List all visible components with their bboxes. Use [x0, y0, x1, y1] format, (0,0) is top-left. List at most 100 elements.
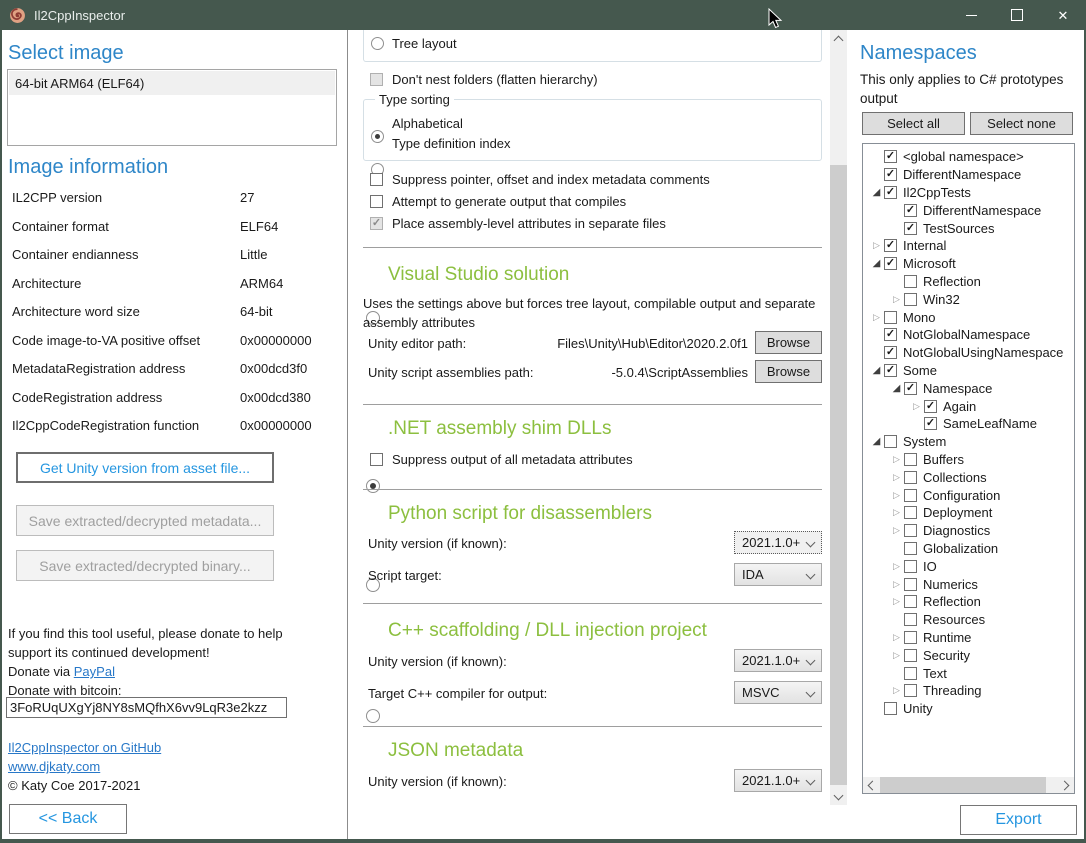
namespace-checkbox[interactable] — [904, 684, 917, 697]
namespace-checkbox[interactable] — [904, 578, 917, 591]
namespace-label[interactable]: Runtime — [923, 630, 971, 645]
namespace-label[interactable]: Again — [943, 399, 976, 414]
namespace-label[interactable]: Configuration — [923, 488, 1000, 503]
tree-row[interactable]: ◢✓Some — [869, 362, 1074, 380]
namespace-label[interactable]: Resources — [923, 612, 985, 627]
namespace-checkbox[interactable] — [904, 524, 917, 537]
tree-layout-radio[interactable] — [371, 37, 384, 50]
expander-icon[interactable]: ◢ — [869, 187, 884, 198]
paypal-link[interactable]: PayPal — [74, 664, 115, 679]
namespace-label[interactable]: Collections — [923, 470, 987, 485]
tree-row[interactable]: ✓SameLeafName — [869, 415, 1074, 433]
namespace-label[interactable]: Buffers — [923, 452, 964, 467]
tree-row[interactable]: ✓TestSources — [869, 219, 1074, 237]
namespace-label[interactable]: Microsoft — [903, 256, 956, 271]
namespace-label[interactable]: System — [903, 434, 946, 449]
suppress-metadata-attrs-label[interactable]: Suppress output of all metadata attribut… — [392, 452, 633, 467]
tree-row[interactable]: ▷ Numerics — [869, 575, 1074, 593]
namespace-checkbox[interactable] — [904, 471, 917, 484]
tree-row[interactable]: ▷ Runtime — [869, 629, 1074, 647]
tree-row[interactable]: ▷IO — [869, 557, 1074, 575]
namespace-label[interactable]: Reflection — [923, 594, 981, 609]
namespace-label[interactable]: Diagnostics — [923, 523, 990, 538]
tree-horizontal-scrollbar[interactable] — [863, 777, 1074, 793]
namespace-label[interactable]: DifferentNamespace — [923, 203, 1041, 218]
tree-row[interactable]: ▷ Reflection — [869, 593, 1074, 611]
tree-row[interactable]: ▷Mono — [869, 308, 1074, 326]
python-script-heading[interactable]: Python script for disassemblers — [388, 503, 652, 525]
namespace-label[interactable]: <global namespace> — [903, 149, 1024, 164]
tree-row[interactable]: ▷ Collections — [869, 468, 1074, 486]
namespace-label[interactable]: NotGlobalNamespace — [903, 327, 1030, 342]
expander-icon[interactable]: ▷ — [889, 472, 904, 483]
expander-icon[interactable]: ◢ — [869, 436, 884, 447]
expander-icon[interactable]: ◢ — [889, 383, 904, 394]
alphabetical-radio[interactable] — [371, 130, 384, 143]
namespace-checkbox[interactable] — [884, 311, 897, 324]
tree-row[interactable]: ✓<global namespace> — [869, 148, 1074, 166]
tree-row[interactable]: ▷✓Internal — [869, 237, 1074, 255]
export-button[interactable]: Export — [960, 805, 1077, 835]
tree-row[interactable]: ▷✓Again — [869, 397, 1074, 415]
scroll-left-button[interactable] — [863, 777, 879, 793]
scrollbar-thumb[interactable] — [830, 165, 847, 785]
expander-icon[interactable]: ▷ — [889, 561, 904, 572]
tree-row[interactable]: ◢✓ Namespace — [869, 379, 1074, 397]
namespace-checkbox[interactable] — [904, 275, 917, 288]
namespace-checkbox[interactable] — [904, 542, 917, 555]
cpp-scaffolding-radio[interactable] — [366, 709, 380, 723]
tree-row[interactable]: ▷Buffers — [869, 451, 1074, 469]
namespaces-tree[interactable]: ✓<global namespace>✓DifferentNamespace◢✓… — [862, 143, 1075, 794]
expander-icon[interactable]: ▷ — [889, 632, 904, 643]
tree-row[interactable]: Reflection — [869, 273, 1074, 291]
suppress-comments-label[interactable]: Suppress pointer, offset and index metad… — [392, 172, 710, 187]
namespace-checkbox[interactable] — [904, 649, 917, 662]
browse-editor-path-button[interactable]: Browse — [755, 331, 822, 354]
script-target-dropdown[interactable]: IDA — [734, 563, 822, 586]
namespace-label[interactable]: Deployment — [923, 505, 992, 520]
namespace-checkbox[interactable]: ✓ — [884, 257, 897, 270]
namespace-label[interactable]: Internal — [903, 238, 946, 253]
namespace-checkbox[interactable] — [904, 613, 917, 626]
expander-icon[interactable]: ▷ — [889, 294, 904, 305]
expander-icon[interactable]: ▷ — [869, 312, 884, 323]
expander-icon[interactable]: ▷ — [909, 401, 924, 412]
tree-row[interactable]: ✓NotGlobalUsingNamespace — [869, 344, 1074, 362]
minimize-button[interactable] — [948, 0, 994, 30]
close-button[interactable]: ✕ — [1040, 0, 1086, 30]
tree-row[interactable]: Globalization — [869, 540, 1074, 558]
tree-row[interactable]: Unity — [869, 700, 1074, 718]
namespace-checkbox[interactable]: ✓ — [904, 382, 917, 395]
cpp-unity-version-dropdown[interactable]: 2021.1.0+ — [734, 649, 822, 672]
alphabetical-label[interactable]: Alphabetical — [392, 116, 463, 131]
browse-assemblies-path-button[interactable]: Browse — [755, 360, 822, 383]
select-all-button[interactable]: Select all — [862, 112, 965, 135]
tree-row[interactable]: ▷Configuration — [869, 486, 1074, 504]
scrollbar-thumb[interactable] — [880, 777, 1046, 793]
tree-row[interactable]: ▷ Deployment — [869, 504, 1074, 522]
expander-icon[interactable]: ▷ — [889, 507, 904, 518]
namespace-checkbox[interactable] — [904, 506, 917, 519]
title-bar[interactable]: Il2CppInspector — [0, 0, 1086, 30]
expander-icon[interactable]: ▷ — [889, 685, 904, 696]
suppress-comments-checkbox[interactable] — [370, 173, 383, 186]
expander-icon[interactable]: ▷ — [889, 650, 904, 661]
scroll-up-button[interactable] — [830, 30, 847, 47]
tree-row[interactable]: ◢✓Il2CppTests — [869, 184, 1074, 202]
expander-icon[interactable]: ▷ — [889, 596, 904, 607]
expander-icon[interactable]: ◢ — [869, 365, 884, 376]
namespace-checkbox[interactable] — [904, 667, 917, 680]
suppress-metadata-attrs-checkbox[interactable] — [370, 453, 383, 466]
namespace-checkbox[interactable] — [904, 489, 917, 502]
namespace-label[interactable]: Namespace — [923, 381, 992, 396]
shim-dlls-radio[interactable] — [366, 479, 380, 493]
maximize-button[interactable] — [994, 0, 1040, 30]
namespace-label[interactable]: TestSources — [923, 221, 995, 236]
namespace-label[interactable]: Security — [923, 648, 970, 663]
get-unity-version-button[interactable]: Get Unity version from asset file... — [16, 452, 274, 483]
namespace-label[interactable]: Numerics — [923, 577, 978, 592]
tree-row[interactable]: ▷Win32 — [869, 290, 1074, 308]
select-none-button[interactable]: Select none — [970, 112, 1073, 135]
expander-icon[interactable]: ▷ — [889, 579, 904, 590]
expander-icon[interactable]: ▷ — [869, 240, 884, 251]
